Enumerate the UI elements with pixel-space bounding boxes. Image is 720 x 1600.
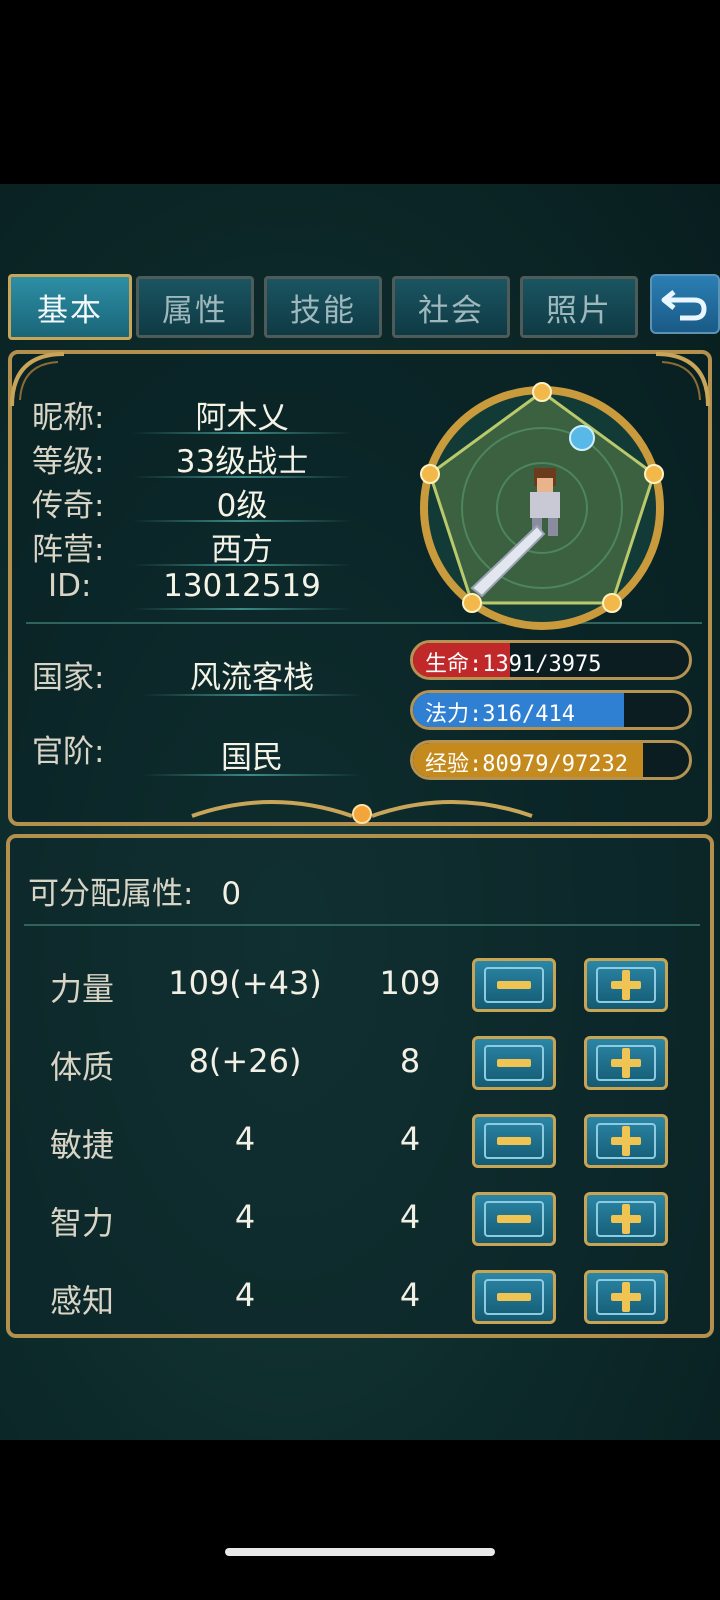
tab-attributes-label: 属性 bbox=[162, 292, 228, 329]
nickname-value: 阿木乂 bbox=[195, 400, 289, 436]
stat-name: 敏捷 bbox=[50, 1126, 115, 1164]
plus-icon bbox=[596, 967, 656, 1003]
stat-total: 8(+26) bbox=[188, 1042, 302, 1080]
increase-button[interactable] bbox=[584, 958, 668, 1012]
back-button[interactable] bbox=[650, 274, 720, 334]
return-arrow-icon bbox=[661, 290, 707, 321]
nickname-label: 昵称: bbox=[32, 400, 105, 436]
increase-button[interactable] bbox=[584, 1114, 668, 1168]
mp-bar-text: 法力:316/414 bbox=[425, 702, 575, 727]
stat-total: 4 bbox=[234, 1276, 256, 1314]
plus-icon bbox=[596, 1201, 656, 1237]
minus-icon bbox=[484, 1045, 544, 1081]
decrease-button[interactable] bbox=[472, 1192, 556, 1246]
tab-basic[interactable]: 基本 bbox=[8, 274, 132, 340]
stat-total: 4 bbox=[234, 1198, 256, 1236]
stat-name: 力量 bbox=[50, 970, 115, 1008]
tab-photo[interactable]: 照片 bbox=[520, 276, 638, 338]
decrease-button[interactable] bbox=[472, 1114, 556, 1168]
decrease-button[interactable] bbox=[472, 958, 556, 1012]
tab-bar: 基本 属性 技能 社会 照片 bbox=[0, 272, 720, 342]
increase-button[interactable] bbox=[584, 1270, 668, 1324]
rank-label: 官阶: bbox=[32, 734, 105, 770]
character-portrait bbox=[420, 382, 664, 630]
camp-value: 西方 bbox=[211, 532, 273, 568]
tab-social-label: 社会 bbox=[418, 292, 484, 329]
country-value: 风流客栈 bbox=[190, 660, 314, 696]
exp-bar: 经验:80979/97232 bbox=[410, 740, 692, 780]
rank-row: 官阶: 国民 bbox=[12, 726, 392, 776]
attributes-panel: 可分配属性: 0 力量 109(+43) 109 体质 8(+26) 8 敏捷 … bbox=[6, 834, 714, 1338]
plus-icon bbox=[596, 1279, 656, 1315]
stat-base: 109 bbox=[379, 964, 441, 1002]
stat-row-strength: 力量 109(+43) 109 bbox=[10, 958, 710, 1018]
minus-icon bbox=[484, 1201, 544, 1237]
nickname-row: 昵称: 阿木乂 bbox=[12, 392, 392, 436]
id-value: 13012519 bbox=[163, 568, 321, 604]
bottom-ornament-icon bbox=[191, 800, 533, 824]
allocatable-points-label: 可分配属性: bbox=[28, 876, 194, 912]
tab-photo-label: 照片 bbox=[546, 292, 612, 329]
hp-bar-text: 生命:1391/3975 bbox=[425, 652, 602, 677]
legend-value: 0级 bbox=[216, 488, 268, 524]
row-underline bbox=[132, 520, 352, 522]
home-indicator[interactable] bbox=[225, 1548, 495, 1556]
stat-row-perception: 感知 4 4 bbox=[10, 1270, 710, 1330]
row-underline bbox=[132, 476, 352, 478]
legend-row: 传奇: 0级 bbox=[12, 480, 392, 524]
camp-label: 阵营: bbox=[32, 532, 105, 568]
section-divider bbox=[24, 924, 700, 926]
stat-base: 4 bbox=[399, 1120, 421, 1158]
allocatable-points: 可分配属性: 0 bbox=[28, 868, 241, 913]
character-screen: 基本 属性 技能 社会 照片 昵称: 阿木乂 等级: 33级战士 传奇: 0级 … bbox=[0, 184, 720, 1440]
tab-skills[interactable]: 技能 bbox=[264, 276, 382, 338]
mp-bar: 法力:316/414 bbox=[410, 690, 692, 730]
increase-button[interactable] bbox=[584, 1036, 668, 1090]
stat-total: 4 bbox=[234, 1120, 256, 1158]
row-underline bbox=[132, 608, 352, 610]
stat-row-constitution: 体质 8(+26) 8 bbox=[10, 1036, 710, 1096]
profile-panel: 昵称: 阿木乂 等级: 33级战士 传奇: 0级 阵营: 西方 ID: 1301… bbox=[8, 350, 712, 826]
decrease-button[interactable] bbox=[472, 1036, 556, 1090]
tab-skills-label: 技能 bbox=[290, 292, 356, 329]
level-row: 等级: 33级战士 bbox=[12, 436, 392, 480]
row-underline bbox=[132, 432, 352, 434]
stat-name: 体质 bbox=[50, 1048, 115, 1086]
tab-social[interactable]: 社会 bbox=[392, 276, 510, 338]
stat-total: 109(+43) bbox=[168, 964, 322, 1002]
id-label: ID: bbox=[48, 568, 92, 604]
stat-row-agility: 敏捷 4 4 bbox=[10, 1114, 710, 1174]
row-underline bbox=[142, 694, 362, 696]
row-underline bbox=[142, 774, 362, 776]
stat-base: 4 bbox=[399, 1198, 421, 1236]
stat-base: 4 bbox=[399, 1276, 421, 1314]
level-label: 等级: bbox=[32, 444, 105, 480]
rank-value: 国民 bbox=[221, 740, 283, 776]
plus-icon bbox=[596, 1045, 656, 1081]
tab-attributes[interactable]: 属性 bbox=[136, 276, 254, 338]
stat-name: 智力 bbox=[50, 1204, 115, 1242]
minus-icon bbox=[484, 1279, 544, 1315]
country-row: 国家: 风流客栈 bbox=[12, 652, 392, 696]
stat-row-intelligence: 智力 4 4 bbox=[10, 1192, 710, 1252]
id-row: ID: 13012519 bbox=[12, 568, 392, 608]
hp-bar: 生命:1391/3975 bbox=[410, 640, 692, 680]
stat-base: 8 bbox=[399, 1042, 421, 1080]
minus-icon bbox=[484, 967, 544, 1003]
stat-name: 感知 bbox=[50, 1282, 115, 1320]
exp-bar-text: 经验:80979/97232 bbox=[425, 752, 628, 777]
tab-basic-label: 基本 bbox=[37, 292, 103, 329]
camp-row: 阵营: 西方 bbox=[12, 524, 392, 568]
minus-icon bbox=[484, 1123, 544, 1159]
legend-label: 传奇: bbox=[32, 488, 105, 524]
decrease-button[interactable] bbox=[472, 1270, 556, 1324]
allocatable-points-value: 0 bbox=[221, 876, 242, 912]
increase-button[interactable] bbox=[584, 1192, 668, 1246]
level-value: 33级战士 bbox=[175, 444, 309, 480]
plus-icon bbox=[596, 1123, 656, 1159]
country-label: 国家: bbox=[32, 660, 105, 696]
row-underline bbox=[132, 564, 352, 566]
